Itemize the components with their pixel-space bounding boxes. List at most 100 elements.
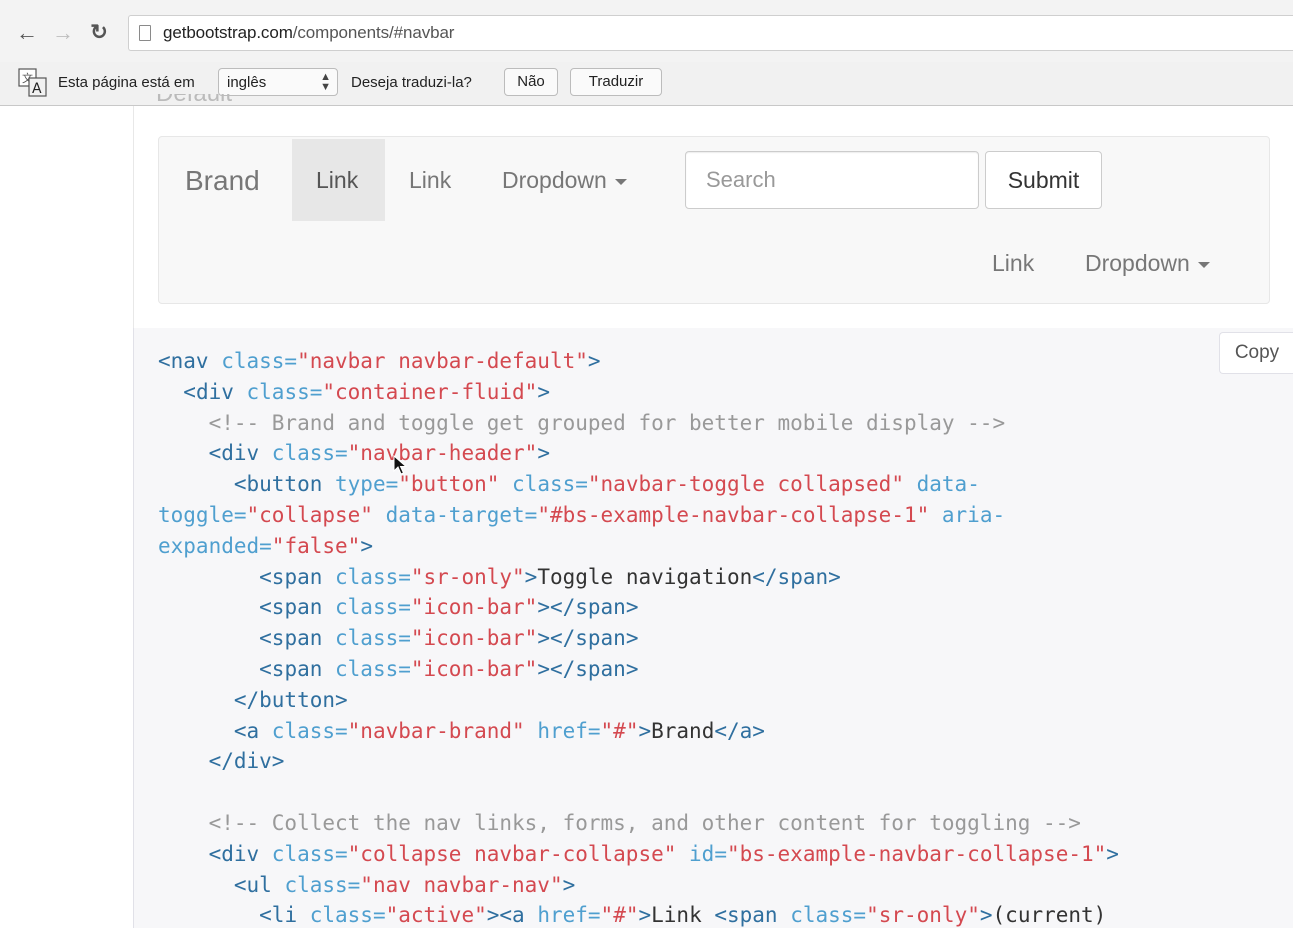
code-token: <!-- Collect the nav links, forms, and o…	[208, 810, 1081, 835]
nav-dropdown[interactable]: Dropdown	[502, 167, 627, 194]
code-token: <span	[259, 626, 336, 651]
code-token: ></span>	[537, 656, 639, 681]
caret-down-icon	[1197, 261, 1210, 268]
search-input[interactable]	[685, 151, 979, 209]
page-icon	[139, 25, 151, 41]
language-select[interactable]: inglês ▲ ▼	[218, 68, 338, 96]
no-button[interactable]: Não	[504, 68, 558, 96]
code-line: <li class="active"><a href="#">Link <spa…	[158, 900, 1106, 931]
code-token: class=	[271, 441, 348, 466]
code-line: <a class="navbar-brand" href="#">Brand</…	[158, 716, 1058, 747]
code-token: "#"	[600, 903, 639, 928]
code-token: <button	[233, 472, 336, 497]
code-token: "navbar navbar-default"	[297, 349, 588, 373]
code-token: Brand	[651, 718, 715, 743]
code-token: "nav navbar-nav"	[360, 872, 563, 897]
code-token: class=	[309, 903, 386, 928]
code-token: <ul	[233, 872, 285, 897]
mouse-cursor-icon	[393, 455, 407, 475]
example-navbar: Brand Link Link Dropdown Submit Link Dro…	[158, 136, 1270, 304]
code-token: "bs-example-navbar-collapse-1"	[726, 841, 1107, 866]
code-line: <span class="icon-bar"></span>	[158, 592, 1058, 623]
code-token: <a	[233, 718, 272, 743]
code-token: <div	[208, 441, 272, 466]
code-token: toggle=	[158, 502, 247, 527]
address-bar[interactable]: getbootstrap.com/components/#navbar	[128, 15, 1293, 51]
code-line: <span class="sr-only">Toggle navigation<…	[158, 562, 1058, 593]
code-token: ></span>	[537, 626, 639, 651]
navbar-brand[interactable]: Brand	[185, 165, 260, 197]
translate-question: Deseja traduzi-la?	[351, 74, 472, 91]
code-token: class=	[335, 626, 411, 651]
code-line: </div>	[158, 746, 1058, 777]
code-token: href=	[537, 903, 601, 928]
code-token: "#bs-example-navbar-collapse-1"	[537, 502, 942, 527]
nav-buttons: ← → ↻	[14, 18, 112, 48]
code-token: </button>	[233, 687, 348, 712]
code-token: class=	[512, 472, 588, 497]
code-token: ><a	[486, 903, 538, 928]
code-line: <div class="container-fluid">	[158, 377, 1058, 408]
code-token: ></span>	[537, 595, 639, 620]
code-listing: <nav class="navbar navbar-default"> <div…	[158, 346, 1119, 931]
code-line: <nav class="navbar navbar-default">	[158, 346, 1058, 377]
code-token: class=	[284, 872, 361, 897]
code-token: Toggle navigation	[537, 564, 753, 589]
copy-button[interactable]: Copy	[1219, 332, 1293, 374]
code-token: class=	[335, 656, 411, 681]
code-token: >	[1106, 841, 1119, 866]
nav-link[interactable]: Link	[409, 167, 451, 194]
nav-link-active[interactable]: Link	[292, 139, 385, 221]
code-token: "button"	[398, 472, 513, 497]
nav-link-right[interactable]: Link	[992, 250, 1034, 277]
code-token: class=	[246, 379, 323, 404]
code-block: Copy <nav class="navbar navbar-default">…	[133, 328, 1293, 928]
code-token: >	[638, 718, 652, 743]
code-token: "active"	[385, 903, 487, 928]
code-token: class=	[221, 349, 298, 373]
translate-icon: 文 A	[18, 68, 47, 97]
code-token: "collapse navbar-collapse"	[347, 841, 690, 866]
back-arrow-icon[interactable]: ←	[14, 18, 40, 48]
code-token: <span	[259, 564, 336, 589]
submit-button[interactable]: Submit	[985, 151, 1102, 209]
code-token: </div>	[208, 749, 285, 774]
svg-text:A: A	[32, 81, 42, 97]
code-token: >	[537, 441, 550, 466]
code-line: <div class="navbar-header">	[158, 438, 1058, 469]
code-token: </span>	[752, 564, 841, 589]
code-token: expanded=	[158, 533, 272, 558]
code-token: data-	[916, 472, 980, 497]
code-token: class=	[790, 903, 867, 928]
nav-dropdown-right-label: Dropdown	[1085, 250, 1190, 276]
code-token: href=	[537, 718, 601, 743]
translate-button[interactable]: Traduzir	[570, 68, 662, 96]
url-text[interactable]: getbootstrap.com/components/#navbar	[163, 23, 454, 43]
code-token: "navbar-header"	[347, 441, 538, 466]
url-path: /components/#navbar	[292, 23, 455, 42]
code-token: class=	[335, 564, 411, 589]
code-token: id=	[689, 841, 727, 866]
forward-arrow-icon[interactable]: →	[50, 18, 76, 48]
code-token: <span	[714, 903, 791, 928]
code-token: class=	[271, 718, 348, 743]
code-token: "sr-only"	[410, 564, 525, 589]
reload-icon[interactable]: ↻	[86, 18, 112, 48]
nav-dropdown-right[interactable]: Dropdown	[1085, 250, 1210, 277]
page-content: Default Brand Link Link Dropdown Submit …	[0, 94, 1293, 928]
code-line: </button>	[158, 685, 1058, 716]
code-token: >	[562, 872, 576, 897]
code-token: data-target=	[385, 502, 538, 527]
code-token: "container-fluid"	[322, 379, 538, 404]
clipped-heading: Default	[156, 94, 266, 106]
